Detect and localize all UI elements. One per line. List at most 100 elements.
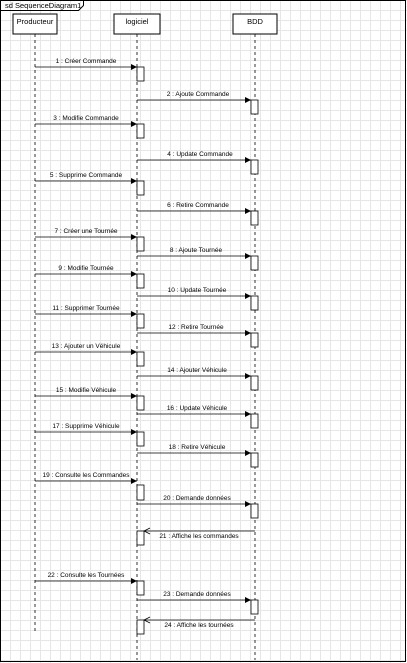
- activation-bar: [250, 295, 259, 311]
- activation-bar: [136, 273, 145, 289]
- activation-bar: [136, 123, 145, 139]
- message-label: 5 : Supprime Commande: [50, 172, 123, 179]
- message[interactable]: 16 : Update Véhicule: [137, 405, 251, 417]
- arrow-head: [245, 373, 251, 379]
- activation-bar: [250, 413, 259, 429]
- message[interactable]: 5 : Supprime Commande: [35, 172, 137, 184]
- message-label: 10 : Update Tournée: [168, 287, 227, 294]
- arrow-head: [131, 578, 137, 584]
- sequence-diagram: sd SequenceDiagram1 Producteur logiciel …: [0, 0, 406, 662]
- message[interactable]: 13 : Ajouter un Véhicule: [35, 343, 137, 355]
- message-label: 11 : Supprimer Tournée: [52, 305, 120, 312]
- message-label: 13 : Ajouter un Véhicule: [52, 343, 121, 350]
- arrow-head: [131, 121, 137, 127]
- message-label: 8 : Ajoute Tournée: [170, 247, 223, 254]
- arrow-head: [245, 411, 251, 417]
- message[interactable]: 11 : Supprimer Tournée: [35, 305, 137, 317]
- message[interactable]: 9 : Modifie Tournée: [35, 265, 137, 277]
- activation-bar: [250, 210, 259, 226]
- message[interactable]: 3 : Modifie Commande: [35, 115, 137, 127]
- lifeline-logiciel[interactable]: logiciel: [113, 13, 161, 660]
- message-return[interactable]: 21 : Affiche les commandes: [143, 527, 255, 540]
- arrow-head: [131, 64, 137, 70]
- message[interactable]: 2 : Ajoute Commande: [137, 91, 251, 103]
- arrow-head: [131, 311, 137, 317]
- message-label: 17 : Supprime Véhicule: [52, 423, 120, 430]
- message-label: 12 : Retire Tournée: [168, 324, 224, 331]
- arrow-head: [245, 330, 251, 336]
- message[interactable]: 4 : Update Commande: [137, 151, 251, 163]
- arrow-head: [131, 393, 137, 399]
- activation-bar: [136, 180, 145, 196]
- message[interactable]: 22 : Consulte les Tournées: [35, 572, 137, 584]
- message-label: 14 : Ajouter Véhicule: [167, 367, 227, 374]
- message[interactable]: 7 : Créer une Tournée: [35, 228, 137, 240]
- message-label: 16 : Update Véhicule: [167, 405, 228, 412]
- message-return[interactable]: 24 : Affiche les tournées: [143, 616, 255, 629]
- arrow-head: [245, 450, 251, 456]
- message[interactable]: 15 : Modifie Véhicule: [35, 387, 137, 399]
- message-label: 7 : Créer une Tournée: [54, 228, 117, 235]
- activation-bar: [136, 395, 145, 411]
- message[interactable]: 17 : Supprime Véhicule: [35, 423, 137, 435]
- message-label: 24 : Affiche les tournées: [164, 622, 234, 629]
- activation-bar: [136, 313, 145, 329]
- message-label: 1 : Créer Commande: [56, 58, 117, 65]
- message-label: 19 : Consulte les Commandes: [42, 472, 130, 479]
- message-label: 23 : Demande données: [163, 591, 231, 598]
- arrow-head: [131, 234, 137, 240]
- frame-title: sd SequenceDiagram1: [5, 1, 81, 10]
- message-label: 4 : Update Commande: [167, 151, 233, 158]
- message[interactable]: 8 : Ajoute Tournée: [137, 247, 251, 259]
- arrow-head: [131, 271, 137, 277]
- message-label: 9 : Modifie Tournée: [58, 265, 114, 272]
- message[interactable]: 12 : Retire Tournée: [137, 324, 251, 336]
- activation-bar: [250, 255, 259, 271]
- activation-bar: [250, 599, 259, 615]
- message[interactable]: 23 : Demande données: [137, 591, 251, 603]
- activation-bar: [136, 580, 145, 596]
- lifeline-label-producteur: Producteur: [17, 17, 54, 26]
- message[interactable]: 14 : Ajouter Véhicule: [137, 367, 251, 379]
- activation-bar: [250, 159, 259, 175]
- activation-bar: [250, 332, 259, 348]
- message-label: 2 : Ajoute Commande: [167, 91, 230, 98]
- activation-bar: [136, 484, 145, 501]
- lifeline-producteur[interactable]: Producteur: [12, 13, 58, 632]
- activation-bar: [250, 375, 259, 391]
- arrow-head: [245, 597, 251, 603]
- message[interactable]: 18 : Retire Véhicule: [137, 444, 251, 456]
- arrow-head: [131, 429, 137, 435]
- messages: 1 : Créer Commande 2 : Ajoute Commande 3…: [35, 58, 255, 629]
- message[interactable]: 20 : Demande données: [137, 495, 251, 507]
- lifeline-label-logiciel: logiciel: [126, 17, 149, 26]
- arrow-head: [131, 349, 137, 355]
- message[interactable]: 6 : Retire Commande: [137, 202, 251, 214]
- arrow-head: [131, 478, 137, 484]
- arrow-head: [245, 253, 251, 259]
- arrow-head: [245, 97, 251, 103]
- activation-bar: [136, 351, 145, 367]
- arrow-head: [245, 208, 251, 214]
- arrow-head: [245, 293, 251, 299]
- activation-bar: [250, 452, 259, 468]
- activation-bar: [136, 236, 145, 252]
- message-label: 20 : Demande données: [163, 495, 231, 502]
- activations-bdd: [250, 99, 259, 615]
- lifeline-label-bdd: BDD: [247, 17, 263, 26]
- message-label: 18 : Retire Véhicule: [169, 444, 226, 451]
- message-label: 6 : Retire Commande: [167, 202, 229, 209]
- activation-bar: [136, 66, 145, 82]
- message[interactable]: 10 : Update Tournée: [137, 287, 251, 299]
- activation-bar: [250, 503, 259, 519]
- activations-logiciel: [136, 66, 145, 635]
- activation-bar: [136, 619, 145, 635]
- message-label: 21 : Affiche les commandes: [159, 533, 239, 540]
- message-label: 15 : Modifie Véhicule: [56, 387, 117, 394]
- activation-bar: [136, 530, 145, 546]
- message[interactable]: 19 : Consulte les Commandes: [35, 472, 137, 484]
- activation-bar: [250, 99, 259, 115]
- message-label: 3 : Modifie Commande: [53, 115, 119, 122]
- message[interactable]: 1 : Créer Commande: [35, 58, 137, 70]
- arrow-head: [131, 178, 137, 184]
